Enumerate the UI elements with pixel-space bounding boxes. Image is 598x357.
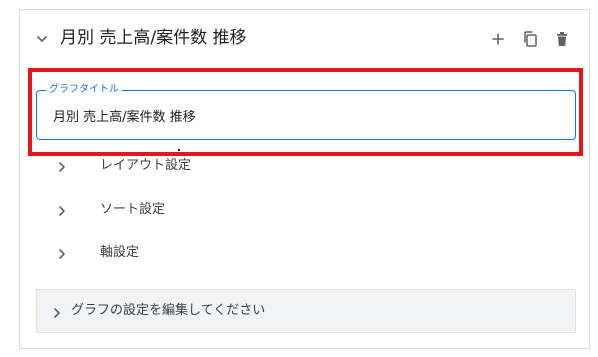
copy-icon[interactable]: [521, 29, 539, 49]
section-layout-settings[interactable]: レイアウト設定: [20, 151, 589, 181]
panel-actions: [489, 29, 571, 49]
chevron-down-icon[interactable]: [35, 31, 49, 45]
edit-bar-label: グラフの設定を編集してください: [71, 303, 266, 318]
section-sort-settings[interactable]: ソート設定: [20, 195, 589, 225]
graph-title-field[interactable]: グラフタイトル: [36, 83, 576, 140]
chevron-right-icon: [56, 203, 68, 217]
panel-title: 月別 売上高/案件数 推移: [60, 28, 247, 48]
section-axis-settings[interactable]: 軸設定: [20, 238, 589, 268]
graph-title-label: グラフタイトル: [46, 83, 122, 96]
section-label: レイアウト設定: [100, 158, 192, 173]
edit-graph-settings-bar[interactable]: グラフの設定を編集してください: [36, 289, 576, 333]
chevron-right-icon: [51, 305, 63, 319]
plus-icon[interactable]: [489, 29, 507, 49]
graph-title-input[interactable]: [53, 105, 553, 125]
chevron-right-icon: [56, 246, 68, 260]
panel-header[interactable]: 月別 売上高/案件数 推移: [20, 10, 589, 68]
trash-icon[interactable]: [553, 29, 571, 49]
section-label: 軸設定: [100, 245, 140, 260]
chevron-right-icon: [56, 159, 68, 173]
chart-config-panel: 月別 売上高/案件数 推移 グラフタイトル 月別 売上高/案件数 推移 レイアウ…: [19, 9, 590, 349]
section-label: ソート設定: [100, 202, 166, 217]
